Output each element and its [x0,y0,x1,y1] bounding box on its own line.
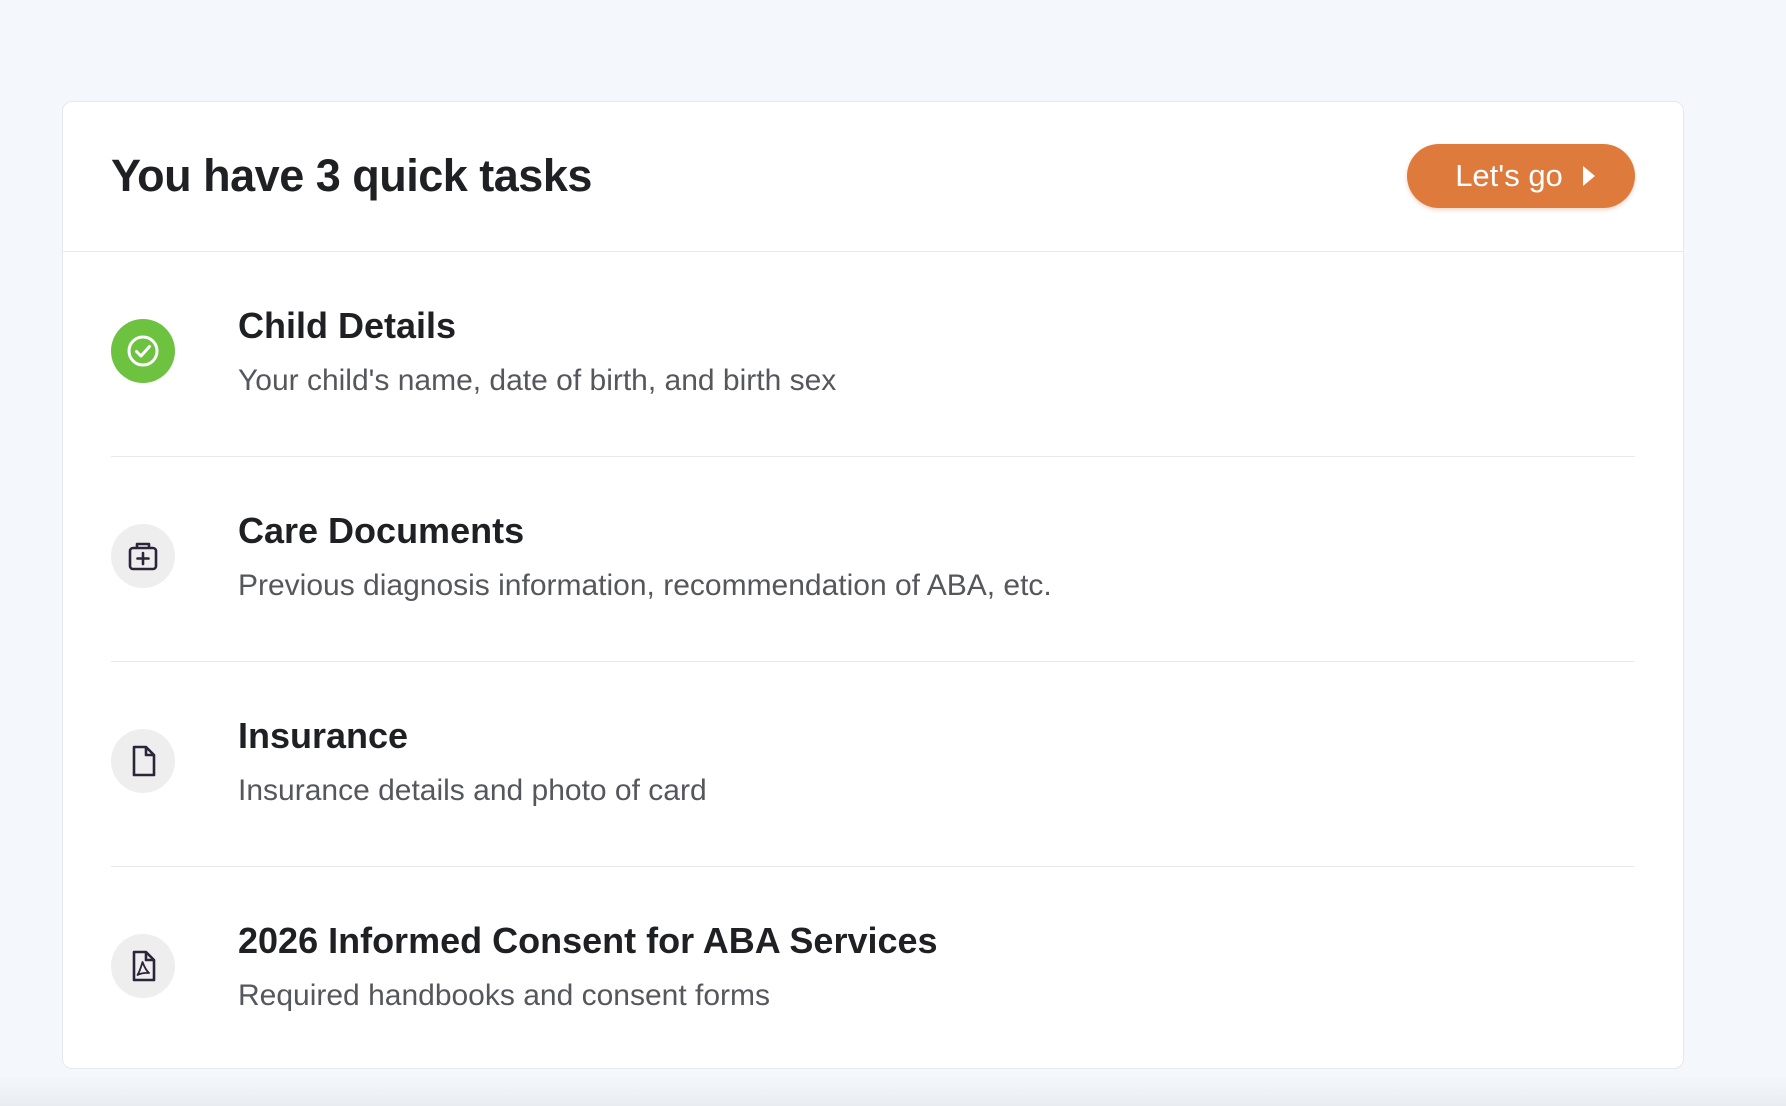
document-icon [111,729,175,793]
task-description: Required handbooks and consent forms [238,979,771,1012]
card-header: You have 3 quick tasks Let's go [63,102,1683,252]
caret-right-icon [1582,166,1595,186]
check-circle-icon [111,319,175,383]
task-item-care-documents[interactable]: Care Documents Previous diagnosis inform… [111,457,1635,662]
pdf-document-icon [111,934,175,998]
task-item-insurance[interactable]: Insurance Insurance details and photo of… [111,662,1635,867]
page-bottom-shade [0,1076,1786,1106]
task-item-child-details[interactable]: Child Details Your child's name, date of… [111,252,1635,457]
task-title: Child Details [238,305,457,346]
card-title: You have 3 quick tasks [111,150,592,201]
task-title: Care Documents [238,510,525,551]
medical-kit-icon [111,524,175,588]
quick-tasks-card: You have 3 quick tasks Let's go Child De… [62,101,1684,1069]
task-description: Previous diagnosis information, recommen… [238,569,1052,602]
task-title: 2026 Informed Consent for ABA Services [238,920,938,961]
task-list: Child Details Your child's name, date of… [63,252,1683,1068]
lets-go-button[interactable]: Let's go [1407,144,1635,208]
task-item-informed-consent[interactable]: 2026 Informed Consent for ABA Services R… [111,867,1635,1068]
task-description: Insurance details and photo of card [238,774,707,807]
task-description: Your child's name, date of birth, and bi… [238,364,837,397]
task-title: Insurance [238,715,409,756]
lets-go-label: Let's go [1455,158,1563,193]
